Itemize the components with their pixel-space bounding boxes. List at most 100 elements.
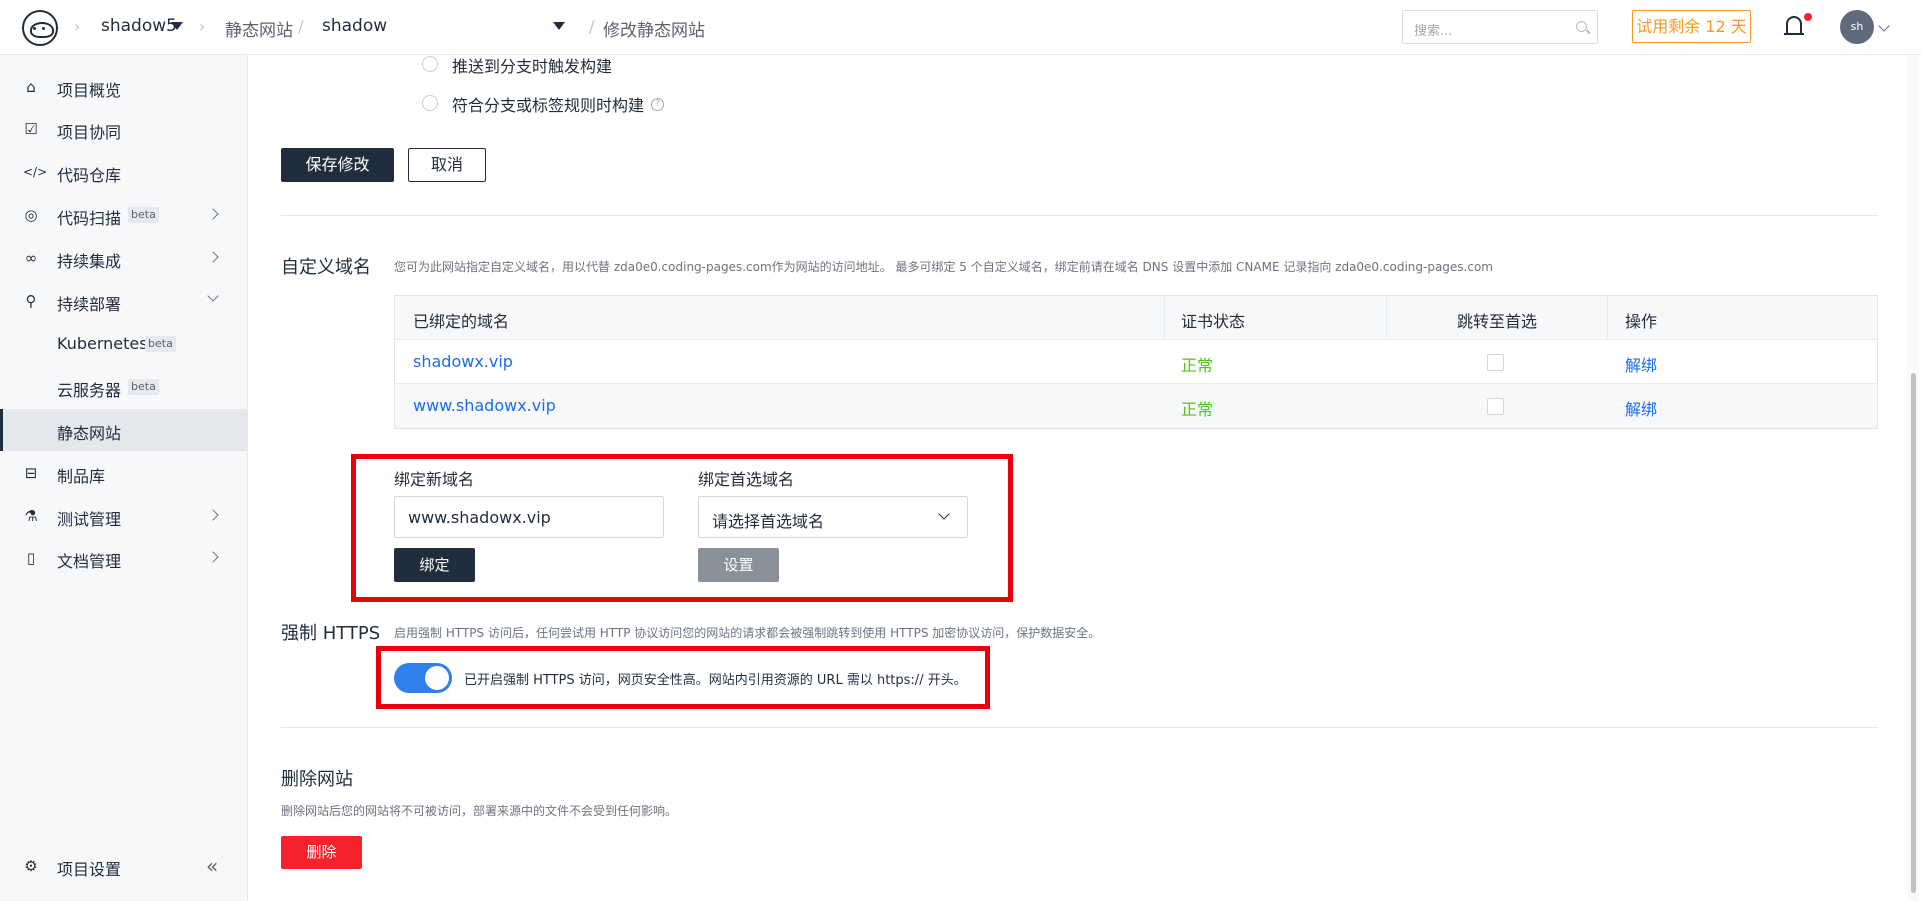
- sidebar-item-label: 测试管理: [57, 510, 122, 529]
- chevron-down-icon[interactable]: [171, 22, 183, 30]
- breadcrumb-separator: /: [298, 17, 304, 36]
- help-icon[interactable]: ?: [651, 98, 664, 111]
- package-icon: ⊟: [24, 464, 38, 482]
- cert-status: 正常: [1181, 400, 1214, 419]
- column-separator: [1386, 296, 1387, 340]
- sidebar-item-testing[interactable]: ⚗ 测试管理: [0, 495, 248, 537]
- column-header: 已绑定的域名: [413, 312, 510, 331]
- sidebar-item-kubernetes[interactable]: Kubernetes beta: [0, 323, 248, 365]
- divider: [281, 727, 1878, 728]
- notification-dot: [1804, 13, 1812, 21]
- scrollbar-thumb[interactable]: [1911, 373, 1916, 893]
- cert-status: 正常: [1181, 356, 1214, 375]
- radio-label: 推送到分支时触发构建: [452, 57, 613, 76]
- https-toggle-text: 已开启强制 HTTPS 访问，网页安全性高。网站内引用资源的 URL 需以 ht…: [464, 673, 967, 688]
- flask-icon: ⚗: [24, 507, 38, 525]
- gear-icon: ⚙: [24, 857, 38, 875]
- redirect-checkbox[interactable]: [1487, 398, 1504, 415]
- logo-icon[interactable]: [22, 10, 58, 46]
- breadcrumb-separator: /: [589, 17, 595, 36]
- beta-badge: beta: [128, 207, 159, 223]
- sidebar-item-label: 制品库: [57, 467, 106, 486]
- collapse-icon[interactable]: «: [206, 854, 218, 878]
- sidebar-item-settings[interactable]: ⚙ 项目设置 «: [0, 845, 248, 887]
- sidebar-item-code-scan[interactable]: ◎ 代码扫描 beta: [0, 194, 248, 236]
- set-button[interactable]: 设置: [698, 548, 779, 582]
- section-desc-domain: 您可为此网站指定自定义域名，用以代替 zda0e0.coding-pages.c…: [394, 260, 1493, 274]
- search-input[interactable]: 搜索...: [1402, 10, 1598, 44]
- column-header: 证书状态: [1181, 312, 1246, 331]
- unbind-link[interactable]: 解绑: [1625, 396, 1657, 420]
- beta-badge: beta: [128, 379, 159, 395]
- table-header: 已绑定的域名 证书状态 跳转至首选 操作: [395, 296, 1877, 340]
- domain-link[interactable]: shadowx.vip: [413, 352, 513, 371]
- chevron-right-icon: [207, 251, 219, 263]
- cancel-button[interactable]: 取消: [408, 148, 486, 182]
- sidebar-item-label: 项目概览: [57, 81, 122, 100]
- sidebar-item-artifacts[interactable]: ⊟ 制品库: [0, 452, 248, 494]
- sidebar-item-collaboration[interactable]: ☑ 项目协同: [0, 108, 248, 150]
- search-icon[interactable]: [1576, 21, 1587, 32]
- breadcrumb-separator: ›: [199, 17, 206, 36]
- sidebar-item-repository[interactable]: </> 代码仓库: [0, 151, 248, 193]
- search-placeholder: 搜索...: [1414, 24, 1453, 39]
- radio-branch-rule[interactable]: [422, 95, 438, 111]
- column-header: 跳转至首选: [1457, 312, 1538, 331]
- radio-push-branch[interactable]: [422, 56, 438, 72]
- document-icon: ▯: [26, 549, 36, 567]
- column-header: 操作: [1625, 312, 1658, 331]
- bind-button[interactable]: 绑定: [394, 548, 475, 582]
- avatar[interactable]: sh: [1840, 10, 1874, 44]
- domain-table: 已绑定的域名 证书状态 跳转至首选 操作 shadowx.vip 正常 解绑 w…: [394, 295, 1878, 429]
- redirect-checkbox[interactable]: [1487, 354, 1504, 371]
- sidebar-item-label: 云服务器: [57, 381, 122, 400]
- sidebar-item-cloud-server[interactable]: 云服务器 beta: [0, 366, 248, 408]
- infinity-icon: ∞: [24, 249, 38, 267]
- breadcrumb-site[interactable]: shadow: [322, 16, 387, 36]
- trial-badge[interactable]: 试用剩余 12 天: [1632, 10, 1751, 43]
- home-icon: ⌂: [26, 78, 36, 96]
- sidebar-item-ci[interactable]: ∞ 持续集成: [0, 237, 248, 279]
- save-button[interactable]: 保存修改: [281, 148, 394, 182]
- chevron-right-icon: [207, 551, 219, 563]
- sidebar-item-label: 项目设置: [57, 860, 122, 879]
- sidebar-item-label: 项目协同: [57, 123, 122, 142]
- new-domain-input[interactable]: www.shadowx.vip: [394, 496, 664, 538]
- domain-link[interactable]: www.shadowx.vip: [413, 396, 556, 415]
- chevron-down-icon[interactable]: [553, 22, 565, 30]
- sidebar-item-label: 持续集成: [57, 252, 122, 271]
- new-domain-label: 绑定新域名: [394, 470, 475, 489]
- sidebar-item-label: 代码仓库: [57, 166, 122, 185]
- delete-button[interactable]: 删除: [281, 836, 362, 869]
- code-icon: </>: [23, 165, 48, 179]
- sidebar-item-docs[interactable]: ▯ 文档管理: [0, 537, 248, 579]
- column-separator: [1164, 296, 1165, 340]
- sidebar-item-label: 静态网站: [57, 424, 122, 443]
- sidebar-item-label: 文档管理: [57, 552, 122, 571]
- section-desc-delete: 删除网站后您的网站将不可被访问，部署来源中的文件不会受到任何影响。: [281, 804, 678, 818]
- radio-label: 符合分支或标签规则时构建: [452, 96, 645, 115]
- sidebar: ⌂ 项目概览 ☑ 项目协同 </> 代码仓库 ◎ 代码扫描 beta ∞ 持续集…: [0, 55, 248, 901]
- section-desc-https: 启用强制 HTTPS 访问后，任何尝试用 HTTP 协议访问您的网站的请求都会被…: [394, 626, 1101, 640]
- sidebar-item-static-site[interactable]: 静态网站: [0, 409, 248, 451]
- unbind-link[interactable]: 解绑: [1625, 352, 1657, 376]
- sidebar-item-overview[interactable]: ⌂ 项目概览: [0, 66, 248, 108]
- sidebar-item-label: 代码扫描: [57, 209, 122, 228]
- section-title-https: 强制 HTTPS: [281, 623, 381, 644]
- preferred-domain-select[interactable]: 请选择首选域名: [698, 496, 968, 538]
- beta-badge: beta: [145, 336, 176, 352]
- chevron-down-icon[interactable]: [1878, 20, 1890, 32]
- top-bar: › shadow5 › 静态网站 / shadow / 修改静态网站 搜索...…: [0, 0, 1921, 55]
- column-separator: [1607, 296, 1608, 340]
- preferred-domain-label: 绑定首选域名: [698, 470, 795, 489]
- breadcrumb-separator: ›: [74, 17, 81, 36]
- breadcrumb-project[interactable]: shadow5: [101, 16, 177, 36]
- https-toggle[interactable]: [394, 663, 452, 693]
- bell-icon[interactable]: [1784, 16, 1804, 35]
- sidebar-item-cd[interactable]: ⚲ 持续部署: [0, 280, 248, 322]
- chevron-down-icon: [207, 290, 219, 302]
- checkbox-icon: ☑: [24, 120, 38, 138]
- section-title-domain: 自定义域名: [281, 257, 371, 278]
- breadcrumb-section[interactable]: 静态网站: [225, 16, 293, 41]
- select-value: 请选择首选域名: [712, 512, 825, 531]
